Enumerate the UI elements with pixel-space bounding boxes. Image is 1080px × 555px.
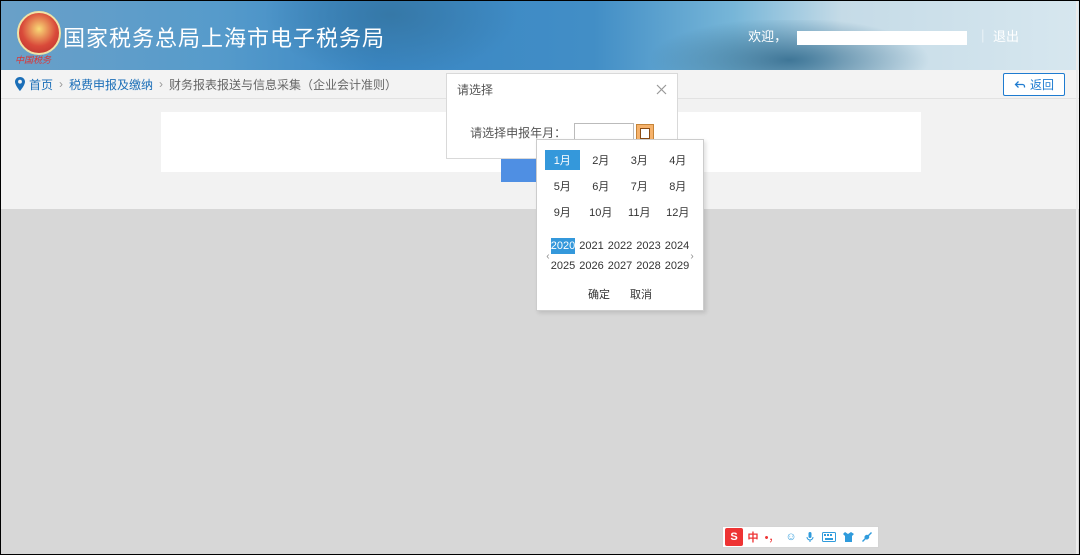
year-option[interactable]: 2023 <box>636 238 660 254</box>
date-picker-ok-button[interactable]: 确定 <box>588 286 610 302</box>
month-option[interactable]: 7月 <box>622 176 657 196</box>
logout-link[interactable]: 退出 <box>993 29 1019 44</box>
back-arrow-icon <box>1014 79 1026 91</box>
date-picker-cancel-button[interactable]: 取消 <box>630 286 652 302</box>
ime-sogou-icon[interactable]: S <box>725 528 743 546</box>
month-option[interactable]: 8月 <box>661 176 696 196</box>
month-grid: 1月2月3月4月 5月6月7月8月 9月10月11月12月 <box>545 150 695 222</box>
modal-header: 请选择 <box>447 74 677 105</box>
header-banner: 中国税务 国家税务总局上海市电子税务局 欢迎， ｜ 退出 <box>1 1 1079 70</box>
year-grid: 20202021 20222023 2024 20252026 20272028 2029 <box>551 238 689 274</box>
year-option[interactable]: 2020 <box>551 238 575 254</box>
modal-title: 请选择 <box>457 81 493 98</box>
year-option[interactable]: 2028 <box>636 258 660 274</box>
month-option[interactable]: 9月 <box>545 202 580 222</box>
back-button[interactable]: 返回 <box>1003 73 1065 96</box>
year-option[interactable]: 2029 <box>665 258 689 274</box>
ime-softkeyboard-icon[interactable] <box>820 528 838 546</box>
tax-emblem-label: 中国税务 <box>15 53 51 66</box>
ime-punct-icon[interactable]: •， <box>763 528 781 546</box>
month-option[interactable]: 6月 <box>584 176 619 196</box>
month-option[interactable]: 11月 <box>622 202 657 222</box>
welcome-text: 欢迎， <box>748 29 787 44</box>
separator: ｜ <box>976 29 989 44</box>
ime-mode-chinese[interactable]: 中 <box>744 528 762 546</box>
month-option[interactable]: 12月 <box>661 202 696 222</box>
year-option[interactable]: 2021 <box>579 238 603 254</box>
page-root: 中国税务 国家税务总局上海市电子税务局 欢迎， ｜ 退出 首页 › 税费申报及缴… <box>0 0 1080 555</box>
month-option[interactable]: 5月 <box>545 176 580 196</box>
location-icon <box>15 77 25 91</box>
ime-emoji-icon[interactable]: ☺ <box>782 528 800 546</box>
year-option[interactable]: 2025 <box>551 258 575 274</box>
month-option[interactable]: 10月 <box>584 202 619 222</box>
current-user-name <box>797 31 967 45</box>
breadcrumb-level1[interactable]: 税费申报及缴纳 <box>69 76 153 93</box>
breadcrumb-home[interactable]: 首页 <box>29 76 53 93</box>
month-option[interactable]: 1月 <box>545 150 580 170</box>
breadcrumb-sep: › <box>59 77 63 91</box>
month-option[interactable]: 3月 <box>622 150 657 170</box>
month-option[interactable]: 2月 <box>584 150 619 170</box>
year-next-button[interactable]: › <box>689 251 695 262</box>
ime-voice-icon[interactable] <box>801 528 819 546</box>
year-option[interactable]: 2022 <box>608 238 632 254</box>
year-option[interactable]: 2026 <box>579 258 603 274</box>
tax-emblem-icon <box>17 11 61 55</box>
modal-close-button[interactable] <box>656 82 667 98</box>
ime-settings-icon[interactable] <box>858 528 876 546</box>
welcome-block: 欢迎， ｜ 退出 <box>748 26 1019 45</box>
year-row: ‹ 20202021202220232024202520262027202820… <box>545 238 695 274</box>
year-option[interactable]: 2024 <box>665 238 689 254</box>
ime-tray: S 中 •， ☺ <box>722 526 879 548</box>
breadcrumb-level2: 财务报表报送与信息采集（企业会计准则） <box>169 76 397 93</box>
year-option[interactable]: 2027 <box>608 258 632 274</box>
back-button-label: 返回 <box>1030 76 1054 93</box>
site-title: 国家税务总局上海市电子税务局 <box>63 21 385 53</box>
month-option[interactable]: 4月 <box>661 150 696 170</box>
close-icon <box>656 84 667 95</box>
date-picker-panel: 1月2月3月4月5月6月7月8月9月10月11月12月 ‹ 2020202120… <box>536 139 704 311</box>
date-picker-actions: 确定 取消 <box>545 286 695 302</box>
ime-skin-icon[interactable] <box>839 528 857 546</box>
period-field-label: 请选择申报年月： <box>470 126 566 140</box>
breadcrumb-sep: › <box>159 77 163 91</box>
